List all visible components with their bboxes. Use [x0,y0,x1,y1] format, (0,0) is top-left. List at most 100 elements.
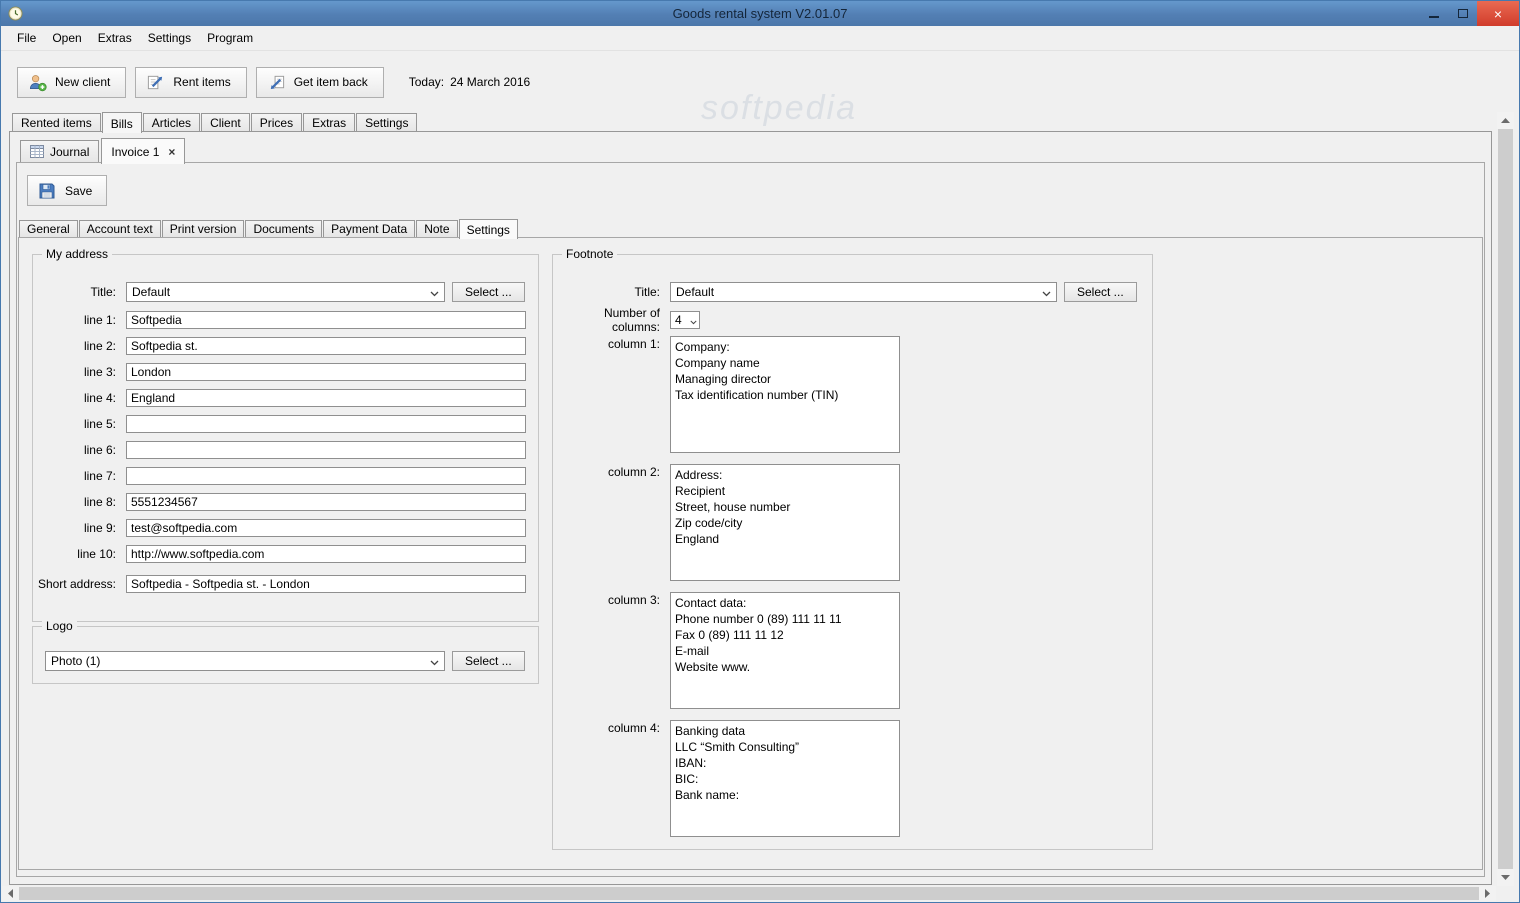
address-line-10-input[interactable] [126,545,526,563]
get-item-back-label: Get item back [293,75,368,89]
document-tab-bar: Journal Invoice 1 × [20,137,187,164]
titlebar: Goods rental system V2.01.07 × [1,1,1519,26]
get-item-back-button[interactable]: Get item back [255,66,384,98]
address-line-2-label: line 2: [83,339,116,353]
address-line-6-label: line 6: [83,443,116,457]
footnote-column-3-textarea[interactable]: Contact data: Phone number 0 (89) 111 11… [670,592,900,709]
address-line-9-input[interactable] [126,519,526,537]
logo-combo[interactable]: Photo (1) [45,651,445,671]
address-line-7-input[interactable] [126,467,526,485]
horizontal-scrollbar-thumb[interactable] [19,887,1479,900]
footnote-column-2-textarea[interactable]: Address: Recipient Street, house number … [670,464,900,581]
rent-items-button[interactable]: Rent items [135,66,247,98]
address-line-9-label: line 9: [83,521,116,535]
address-line-5-input[interactable] [126,415,526,433]
chevron-down-icon [1037,284,1056,300]
window-controls: × [1419,1,1519,26]
tab-invoice-settings[interactable]: Settings [458,219,518,239]
logo-group: Logo Photo (1) Select ... [32,619,539,684]
address-line-3-label: line 3: [83,365,116,379]
footnote-column-1-label: column 1: [607,337,660,351]
menu-file[interactable]: File [9,28,44,48]
short-address-label: Short address: [37,577,116,591]
tab-bills[interactable]: Bills [101,112,142,133]
scroll-right-button[interactable] [1479,886,1496,901]
columns-count-combo[interactable]: 4 [670,311,700,329]
columns-count-label: Number of columns: [603,306,660,334]
footnote-column-4-label: column 4: [607,721,660,735]
short-address-input[interactable] [126,575,526,593]
today-date: Today: 24 March 2016 [409,75,530,89]
tab-invoice-1[interactable]: Invoice 1 × [101,138,186,164]
scroll-up-button[interactable] [1497,112,1514,129]
address-line-4-label: line 4: [83,391,116,405]
horizontal-scrollbar[interactable] [2,886,1496,901]
close-button[interactable]: × [1477,1,1519,26]
footnote-title-combo[interactable]: Default [670,282,1057,302]
address-line-7-label: line 7: [83,469,116,483]
tab-general[interactable]: General [19,220,78,237]
tab-payment-data[interactable]: Payment Data [323,220,416,237]
tab-rented-items[interactable]: Rented items [12,113,101,131]
address-line-8-input[interactable] [126,493,526,511]
menu-open[interactable]: Open [44,28,89,48]
minimize-button[interactable] [1419,1,1448,26]
my-address-group-label: My address [42,247,113,261]
footnote-column-4-textarea[interactable]: Banking data LLC “Smith Consulting” IBAN… [670,720,900,837]
address-line-3-input[interactable] [126,363,526,381]
menu-bar: File Open Extras Settings Program [1,26,1519,51]
chevron-down-icon [425,653,444,669]
address-line-4-input[interactable] [126,389,526,407]
invoice-close-icon[interactable]: × [168,145,175,159]
address-line-2-input[interactable] [126,337,526,355]
footnote-group: Footnote Title: Default Select ... Numbe… [552,247,1153,850]
app-icon [8,6,23,21]
bills-panel: Journal Invoice 1 × Save General Account… [9,131,1492,885]
address-line-1-input[interactable] [126,311,526,329]
logo-select-button[interactable]: Select ... [452,651,525,671]
address-line-10-label: line 10: [77,547,116,561]
vertical-scrollbar[interactable] [1497,112,1514,886]
scroll-down-button[interactable] [1497,869,1514,886]
app-window: Goods rental system V2.01.07 × File Open… [0,0,1520,903]
new-client-button[interactable]: New client [17,66,127,98]
new-client-label: New client [55,75,111,89]
logo-group-label: Logo [42,619,77,633]
tab-client[interactable]: Client [201,113,250,131]
footnote-title-select-button[interactable]: Select ... [1064,282,1137,302]
vertical-scrollbar-thumb[interactable] [1498,129,1513,869]
rent-items-icon [148,75,163,89]
footnote-column-3-label: column 3: [607,593,660,607]
invoice-tab-label: Invoice 1 [111,144,160,159]
address-line-6-input[interactable] [126,441,526,459]
minimize-icon [1428,16,1439,18]
window-title: Goods rental system V2.01.07 [672,6,848,21]
tab-documents[interactable]: Documents [245,220,323,237]
tab-print-version[interactable]: Print version [161,220,245,237]
tab-journal[interactable]: Journal [20,140,100,162]
footnote-title-value: Default [676,285,715,299]
scroll-left-icon [8,889,13,898]
footnote-column-1-textarea[interactable]: Company: Company name Managing director … [670,336,900,453]
chevron-down-icon [425,284,444,300]
menu-program[interactable]: Program [199,28,261,48]
tab-articles[interactable]: Articles [142,113,201,131]
tab-prices[interactable]: Prices [250,113,303,131]
menu-settings[interactable]: Settings [140,28,199,48]
address-title-label: Title: [90,285,116,299]
scroll-up-icon [1501,118,1510,123]
tab-note[interactable]: Note [416,220,458,237]
footnote-group-label: Footnote [562,247,618,261]
today-value: 24 March 2016 [450,75,531,89]
get-item-back-icon [270,75,284,89]
tab-settings[interactable]: Settings [356,113,418,131]
address-title-select-button[interactable]: Select ... [452,282,525,302]
save-button[interactable]: Save [27,175,108,206]
menu-extras[interactable]: Extras [90,28,140,48]
tab-extras[interactable]: Extras [303,113,356,131]
maximize-button[interactable] [1448,1,1477,26]
scroll-left-button[interactable] [2,886,19,901]
tab-account-text[interactable]: Account text [78,220,161,237]
invoice-panel: Save General Account text Print version … [16,162,1485,877]
address-title-combo[interactable]: Default [126,282,445,302]
